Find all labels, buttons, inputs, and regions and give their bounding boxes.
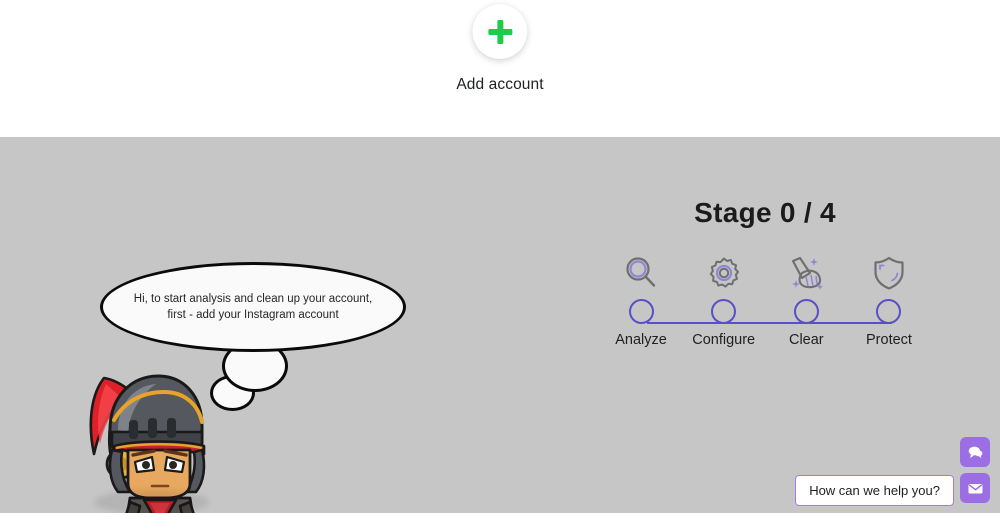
bubble-body: Hi, to start analysis and clean up your … xyxy=(100,262,406,352)
chat-button[interactable] xyxy=(960,437,990,467)
step-label-protect: Protect xyxy=(866,332,912,348)
mascot-illustration xyxy=(89,374,206,513)
support-button-group xyxy=(960,437,990,503)
step-label-analyze: Analyze xyxy=(615,332,667,348)
add-account-button[interactable]: Add account xyxy=(456,4,544,94)
mascot-shadow xyxy=(94,490,209,513)
shield-icon xyxy=(871,251,907,295)
plus-icon xyxy=(487,19,513,45)
stage-stepper: Analyze Configure Clear Protect xyxy=(600,251,930,366)
top-bar: Add account xyxy=(0,0,1000,137)
step-protect[interactable]: Protect xyxy=(848,251,930,348)
step-configure[interactable]: Configure xyxy=(683,251,765,348)
step-dot-clear[interactable] xyxy=(793,299,819,324)
step-label-clear: Clear xyxy=(788,332,824,348)
step-analyze[interactable]: Analyze xyxy=(600,251,682,348)
step-label-configure: Configure xyxy=(692,332,756,348)
stage-title: Stage 0 / 4 xyxy=(694,197,836,228)
step-clear[interactable]: Clear xyxy=(765,251,847,348)
stage-panel: Stage 0 / 4 Analyze Configure Clear Prot… xyxy=(600,197,930,366)
main-content: Hi, to start analysis and clean up your … xyxy=(0,137,1000,513)
envelope-icon xyxy=(968,483,982,493)
broom-icon xyxy=(787,251,825,295)
knight-mascot xyxy=(72,350,222,513)
step-dot-analyze[interactable] xyxy=(628,299,654,324)
gear-icon xyxy=(706,251,742,295)
add-account-circle[interactable] xyxy=(472,4,528,59)
assistant-message: Hi, to start analysis and clean up your … xyxy=(133,293,373,321)
email-button[interactable] xyxy=(960,473,990,503)
chat-bubble-icon xyxy=(968,446,982,458)
step-dot-protect[interactable] xyxy=(876,299,902,324)
magnifier-icon xyxy=(623,251,659,295)
add-account-label: Add account xyxy=(456,76,544,93)
help-tooltip[interactable]: How can we help you? xyxy=(795,475,954,506)
step-dot-configure[interactable] xyxy=(711,299,737,324)
app-root: Add account Hi, to start analysis and cl… xyxy=(0,0,1000,513)
